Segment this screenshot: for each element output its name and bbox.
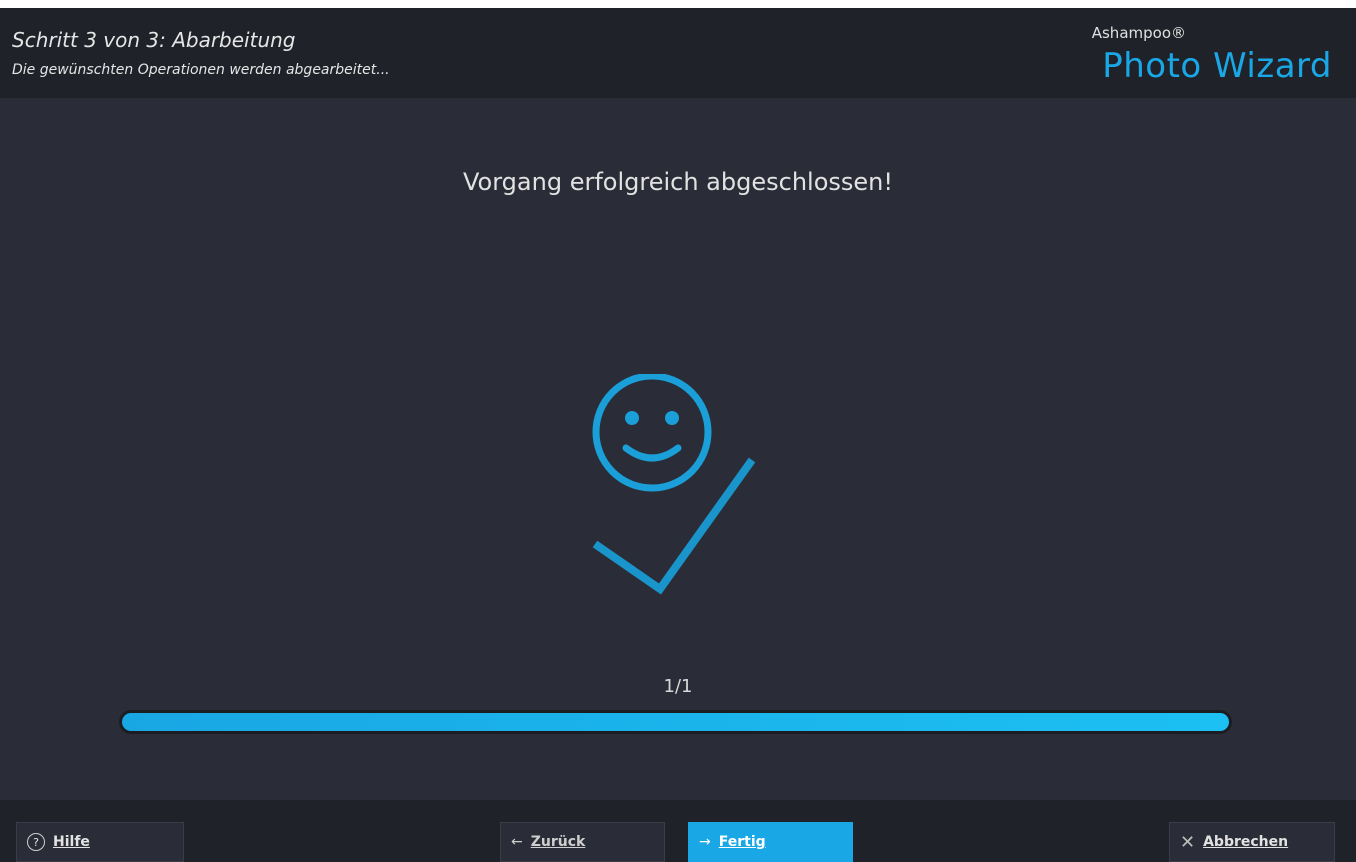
close-icon: ✕ <box>1180 831 1196 853</box>
cancel-button[interactable]: ✕ Abbrechen <box>1169 822 1335 862</box>
progress-counter: 1/1 <box>663 676 693 697</box>
step-subtitle: Die gewünschten Operationen werden abgea… <box>12 62 390 78</box>
window-top-edge <box>0 0 1356 8</box>
help-label: Hilfe <box>53 834 90 850</box>
main-panel: Vorgang erfolgreich abgeschlossen! 1/1 <box>0 98 1356 800</box>
progress-fill <box>122 713 1229 731</box>
question-icon: ? <box>27 833 45 851</box>
back-button[interactable]: ← Zurück <box>500 822 665 862</box>
finish-label: Fertig <box>718 834 766 850</box>
arrow-right-icon: → <box>699 834 711 850</box>
arrow-left-icon: ← <box>511 834 523 850</box>
help-button[interactable]: ? Hilfe <box>16 822 184 862</box>
smiley-check-icon <box>592 374 756 595</box>
brand-name: Ashampoo® <box>1091 24 1186 42</box>
wizard-header: Schritt 3 von 3: Abarbeitung Die gewünsc… <box>0 8 1356 98</box>
status-title: Vorgang erfolgreich abgeschlossen! <box>463 168 893 196</box>
back-label: Zurück <box>530 834 586 850</box>
step-title: Schritt 3 von 3: Abarbeitung <box>12 28 296 52</box>
product-name: Photo Wizard <box>1102 46 1332 86</box>
cancel-label: Abbrechen <box>1203 834 1289 850</box>
wizard-footer: ? Hilfe ← Zurück → Fertig ✕ Abbrechen <box>0 800 1356 862</box>
finish-button[interactable]: → Fertig <box>688 822 853 862</box>
progress-bar <box>119 710 1232 734</box>
